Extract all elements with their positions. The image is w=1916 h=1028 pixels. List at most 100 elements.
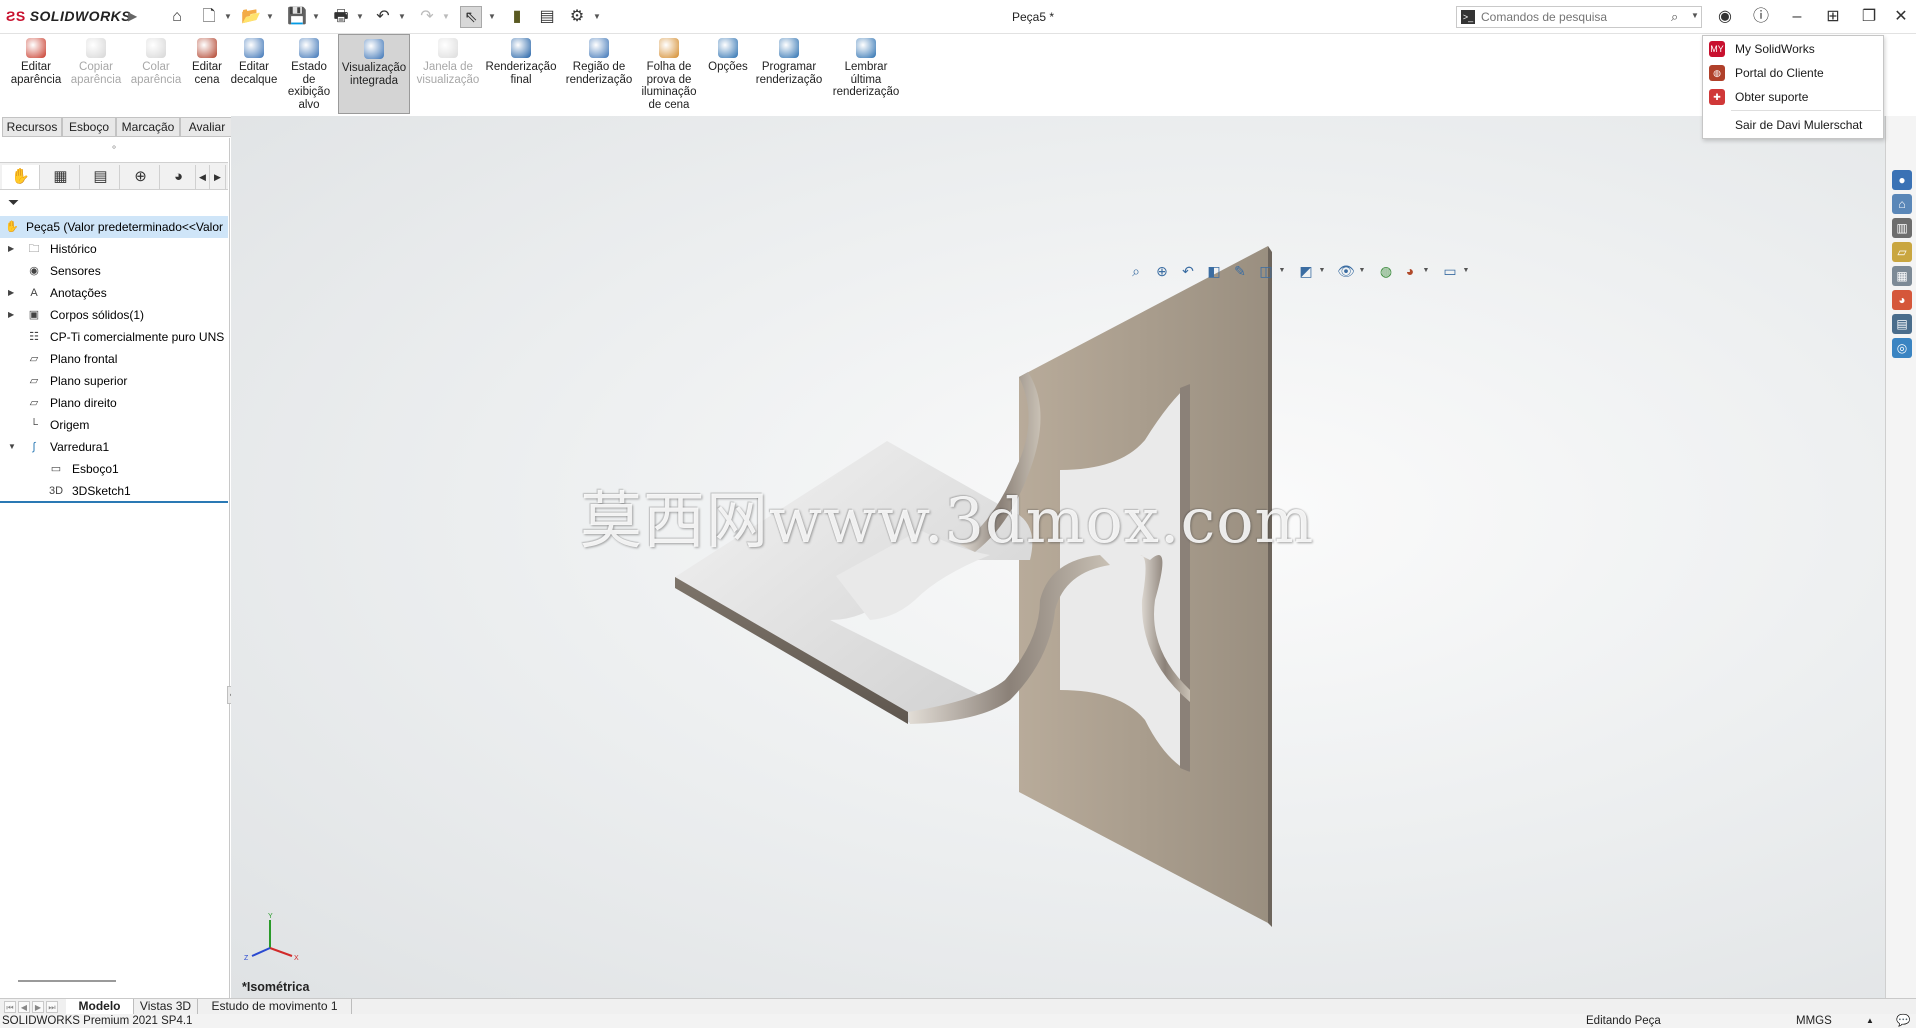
redo-icon[interactable]: ↷ <box>416 6 438 28</box>
zoom-to-fit-icon[interactable]: ⌕ <box>1125 260 1147 282</box>
ribbon-button-paste-appearance[interactable]: Colar aparência <box>126 38 186 86</box>
tab-model[interactable]: Modelo <box>66 999 134 1015</box>
rollback-bar[interactable] <box>0 501 228 503</box>
search-icon[interactable]: ⌕ <box>1671 9 1678 25</box>
restore-icon[interactable]: ❐ <box>1856 6 1882 28</box>
search-dropdown-icon[interactable]: ▼ <box>1691 11 1699 20</box>
feature-manager-tab-icon[interactable]: ✋ <box>2 165 40 189</box>
previous-view-icon[interactable]: ↶ <box>1177 260 1199 282</box>
solidworks-resources-icon[interactable]: ● <box>1892 170 1912 190</box>
configuration-manager-tab-icon[interactable]: ▤ <box>82 165 120 189</box>
tile-windows-icon[interactable]: ⊞ <box>1820 6 1846 28</box>
view-settings-icon[interactable]: ▭ <box>1439 260 1461 282</box>
help-icon[interactable]: ⓘ <box>1748 6 1774 28</box>
undo-icon[interactable]: ↶ <box>372 6 394 28</box>
file-properties-icon[interactable]: ▤ <box>536 6 558 28</box>
tree-item[interactable]: ☷ CP-Ti comercialmente puro UNS R <box>0 326 228 348</box>
dimxpert-manager-tab-icon[interactable]: ⊕ <box>122 165 160 189</box>
tree-item[interactable]: 3D 3DSketch1 <box>0 480 228 502</box>
file-explorer-icon[interactable]: ▱ <box>1892 242 1912 262</box>
tab-3d-views[interactable]: Vistas 3D <box>134 999 198 1015</box>
view-orientation-dropdown-icon[interactable]: ▼ <box>1277 260 1287 282</box>
tree-item[interactable]: ▱ Plano superior <box>0 370 228 392</box>
close-icon[interactable]: ✕ <box>1888 6 1914 28</box>
horizontal-scrollbar[interactable] <box>18 980 116 982</box>
tree-item[interactable]: ▶ 🗀 Histórico <box>0 238 228 260</box>
view-palette-icon[interactable]: ▦ <box>1892 266 1912 286</box>
expand-arrow-icon[interactable]: ▶ <box>8 282 18 304</box>
menu-expand-icon[interactable]: ▶ <box>128 9 137 23</box>
open-dropdown-icon[interactable]: ▼ <box>265 6 275 28</box>
new-document-icon[interactable]: 🗋 <box>198 6 220 28</box>
solidworks-forum-icon[interactable]: ◎ <box>1892 338 1912 358</box>
command-search[interactable]: >_ ⌕ ▼ <box>1456 6 1702 28</box>
apply-scene-dropdown-icon[interactable]: ▼ <box>1421 260 1431 282</box>
print-icon[interactable]: 🖶 <box>330 6 352 28</box>
next-tab-icon[interactable]: ▶ <box>32 1001 44 1013</box>
home-icon[interactable]: ⌂ <box>166 6 188 28</box>
collapse-arrow-icon[interactable]: ▼ <box>8 436 18 458</box>
first-tab-icon[interactable]: ⏮ <box>4 1001 16 1013</box>
tree-item[interactable]: ▼ ∫ Varredura1 <box>0 436 228 458</box>
ribbon-button-integrated-preview[interactable]: Visualização integrada <box>338 34 410 114</box>
custom-properties-icon[interactable]: ▤ <box>1892 314 1912 334</box>
new-dropdown-icon[interactable]: ▼ <box>223 6 233 28</box>
save-dropdown-icon[interactable]: ▼ <box>311 6 321 28</box>
tab-motion-study[interactable]: Estudo de movimento 1 <box>198 999 352 1015</box>
units-up-icon[interactable]: ▲ <box>1866 1014 1874 1028</box>
search-input[interactable] <box>1481 9 1661 25</box>
tab-scroll-left-icon[interactable]: ◀ <box>196 165 210 189</box>
property-manager-tab-icon[interactable]: ▦ <box>42 165 80 189</box>
ribbon-button-copy-appearance[interactable]: Copiar aparência <box>66 38 126 86</box>
save-icon[interactable]: 💾 <box>286 6 308 28</box>
tab-recursos[interactable]: Recursos <box>2 117 62 137</box>
expand-arrow-icon[interactable]: ▶ <box>8 304 18 326</box>
tree-root-part[interactable]: ✋ Peça5 (Valor predeterminado<<Valor <box>0 216 228 238</box>
view-settings-dropdown-icon[interactable]: ▼ <box>1461 260 1471 282</box>
menu-item-customer-portal[interactable]: ◍ Portal do Cliente <box>1703 62 1883 84</box>
hide-show-items-icon[interactable]: 👁 <box>1335 260 1357 282</box>
open-folder-icon[interactable]: 📂 <box>240 6 262 28</box>
options-gear-icon[interactable]: ⚙ <box>566 6 588 28</box>
display-manager-tab-icon[interactable]: ◕ <box>162 165 196 189</box>
tree-item[interactable]: ▶ A Anotações <box>0 282 228 304</box>
tab-avaliar[interactable]: Avaliar <box>180 117 234 137</box>
view-orientation-icon[interactable]: ◫ <box>1255 260 1277 282</box>
ribbon-button-options[interactable]: Opções <box>704 38 752 74</box>
ribbon-button-render-region[interactable]: Região de renderização <box>560 38 638 86</box>
tree-item[interactable]: ◉ Sensores <box>0 260 228 282</box>
ribbon-button-edit-scene[interactable]: Editar cena <box>186 38 228 86</box>
select-cursor-icon[interactable]: ⇖ <box>460 6 482 28</box>
status-comment-icon[interactable]: 💬 <box>1896 1014 1910 1028</box>
hide-show-dropdown-icon[interactable]: ▼ <box>1357 260 1367 282</box>
select-dropdown-icon[interactable]: ▼ <box>487 6 497 28</box>
print-dropdown-icon[interactable]: ▼ <box>355 6 365 28</box>
edit-appearance-view-icon[interactable]: ◍ <box>1375 260 1397 282</box>
prev-tab-icon[interactable]: ◀ <box>18 1001 30 1013</box>
tree-item[interactable]: └ Origem <box>0 414 228 436</box>
ribbon-button-schedule-render[interactable]: Programar renderização <box>752 38 826 86</box>
tree-item[interactable]: ▱ Plano direito <box>0 392 228 414</box>
zoom-to-area-icon[interactable]: ⊕ <box>1151 260 1173 282</box>
tab-marca-o[interactable]: Marcação <box>116 117 180 137</box>
minimize-icon[interactable]: – <box>1784 6 1810 28</box>
section-view-icon[interactable]: ◧ <box>1203 260 1225 282</box>
ribbon-button-scene-illumination-proof[interactable]: Folha de prova de iluminação de cena <box>640 38 698 111</box>
last-tab-icon[interactable]: ⏭ <box>46 1001 58 1013</box>
ribbon-button-target-display-state[interactable]: Estado de exibição alvo <box>280 38 338 111</box>
dynamic-annotation-icon[interactable]: ✎ <box>1229 260 1251 282</box>
expand-arrow-icon[interactable]: ▶ <box>8 238 18 260</box>
appearances-scenes-icon[interactable]: ◕ <box>1892 290 1912 310</box>
tree-item[interactable]: ▱ Plano frontal <box>0 348 228 370</box>
menu-item-get-support[interactable]: ✚ Obter suporte <box>1703 86 1883 108</box>
design-library-icon[interactable]: ▥ <box>1892 218 1912 238</box>
ribbon-button-edit-decal[interactable]: Editar decalque <box>230 38 278 86</box>
menu-item-my-solidworks[interactable]: MY My SolidWorks <box>1703 38 1883 60</box>
menu-item-sign-out[interactable]: Sair de Davi Mulerschat <box>1703 114 1883 136</box>
filter-icon[interactable]: ⏷ <box>8 194 19 211</box>
options-dropdown-icon[interactable]: ▼ <box>592 6 602 28</box>
home-task-icon[interactable]: ⌂ <box>1892 194 1912 214</box>
apply-scene-icon[interactable]: ◕ <box>1399 260 1421 282</box>
rebuild-traffic-light-icon[interactable]: ▮ <box>506 6 528 28</box>
panel-grip-icon[interactable]: ⚬ <box>0 142 228 152</box>
